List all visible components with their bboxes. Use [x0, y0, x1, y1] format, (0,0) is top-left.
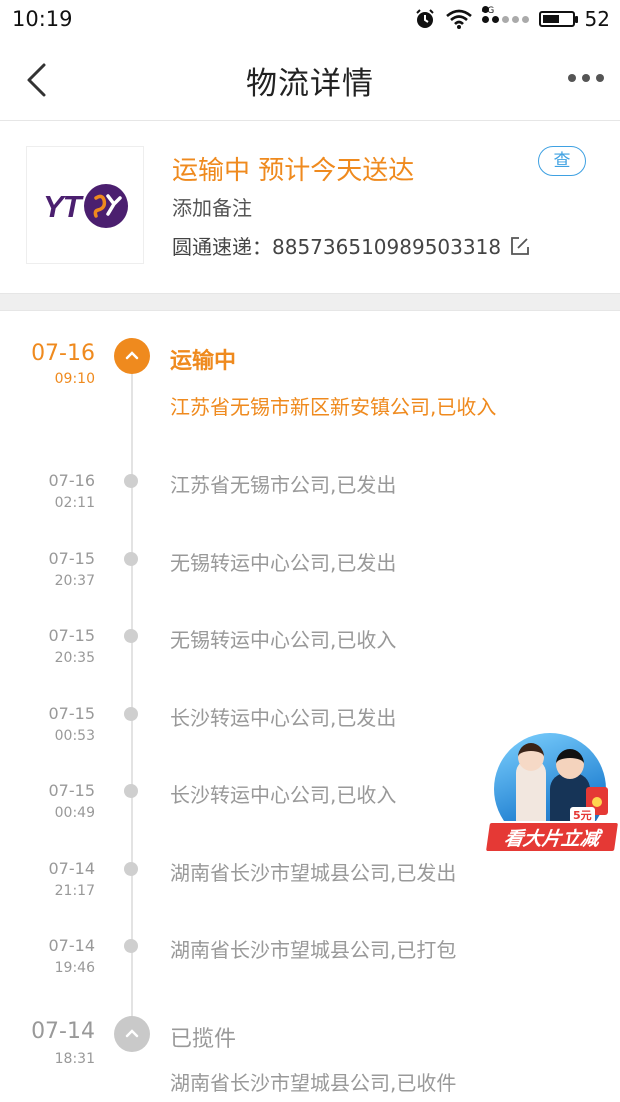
- event-title: 已揽件: [170, 1027, 237, 1052]
- section-divider: [0, 293, 620, 311]
- tracking-number-row[interactable]: 圆通速递：885736510989503318: [172, 231, 531, 260]
- signal-strength-icon: 4G: [481, 5, 529, 23]
- event-description: 湖南省长沙市望城县公司,已发出: [170, 861, 457, 885]
- add-remark-link[interactable]: 添加备注: [172, 192, 252, 221]
- event-time: 20:35: [54, 650, 95, 666]
- event-date: 07-15: [48, 549, 96, 568]
- event-description: 江苏省无锡市新区新安镇公司,已收入: [170, 395, 497, 419]
- chevron-up-icon: [114, 1016, 150, 1052]
- timeline-dot: [124, 784, 138, 798]
- event-description: 湖南省长沙市望城县公司,已打包: [170, 938, 457, 962]
- event-description: 湖南省长沙市望城县公司,已收件: [170, 1071, 457, 1095]
- event-title: 运输中: [170, 349, 237, 374]
- event-time: 00:53: [54, 728, 95, 744]
- promo-badge[interactable]: 5元 看大片立减: [483, 733, 620, 858]
- carrier-logo: YT: [26, 146, 144, 264]
- timeline-dot: [124, 552, 138, 566]
- event-description: 江苏省无锡市公司,已发出: [170, 473, 397, 497]
- timeline-dot: [124, 939, 138, 953]
- status-time: 10:19: [12, 7, 73, 31]
- event-date: 07-15: [48, 704, 96, 723]
- logistics-timeline: 07-16 09:10 运输中 江苏省无锡市新区新安镇公司,已收入 07-16 …: [0, 311, 620, 1102]
- event-date: 07-14: [31, 1019, 95, 1044]
- event-time: 18:31: [54, 1051, 95, 1067]
- network-type: 4G: [481, 5, 495, 16]
- timeline-dot: [124, 629, 138, 643]
- alarm-icon: [415, 9, 434, 28]
- event-description: 长沙转运中心公司,已收入: [170, 783, 397, 807]
- page-title: 物流详情: [246, 66, 374, 102]
- event-date: 07-14: [48, 936, 96, 955]
- event-time: 00:49: [54, 805, 95, 821]
- event-time: 21:17: [54, 883, 95, 899]
- wifi-icon: [445, 9, 472, 29]
- carrier-logo-text: YT: [43, 189, 82, 224]
- package-card: YT: [0, 121, 620, 293]
- event-date: 07-14: [48, 859, 96, 878]
- check-button[interactable]: 查: [538, 146, 586, 176]
- more-dots-icon[interactable]: [568, 74, 604, 82]
- tracking-number: 圆通速递：885736510989503318: [172, 235, 502, 259]
- app-header: 物流详情: [0, 38, 620, 121]
- edit-icon[interactable]: [509, 235, 531, 257]
- battery-level: 52: [584, 7, 610, 31]
- chevron-up-icon: [114, 338, 150, 374]
- carrier-logo-emblem: [84, 184, 128, 228]
- event-date: 07-15: [48, 626, 96, 645]
- status-icons: 4G 52: [414, 5, 610, 31]
- status-bar: 10:19 4G 52: [0, 0, 620, 38]
- battery-icon: [538, 11, 578, 27]
- event-description: 长沙转运中心公司,已发出: [170, 706, 397, 730]
- event-date: 07-16: [48, 471, 96, 490]
- timeline-dot: [124, 707, 138, 721]
- event-time: 09:10: [54, 371, 95, 387]
- timeline-dot: [124, 862, 138, 876]
- delivery-status: 运输中 预计今天送达: [172, 156, 415, 186]
- event-time: 19:46: [54, 960, 95, 976]
- timeline-dot: [124, 474, 138, 488]
- event-description: 无锡转运中心公司,已收入: [170, 628, 397, 652]
- event-time: 02:11: [54, 495, 95, 511]
- event-description: 无锡转运中心公司,已发出: [170, 551, 397, 575]
- event-date: 07-15: [48, 781, 96, 800]
- promo-label: 看大片立减: [483, 821, 620, 853]
- event-time: 20:37: [54, 573, 95, 589]
- event-date: 07-16: [31, 341, 95, 366]
